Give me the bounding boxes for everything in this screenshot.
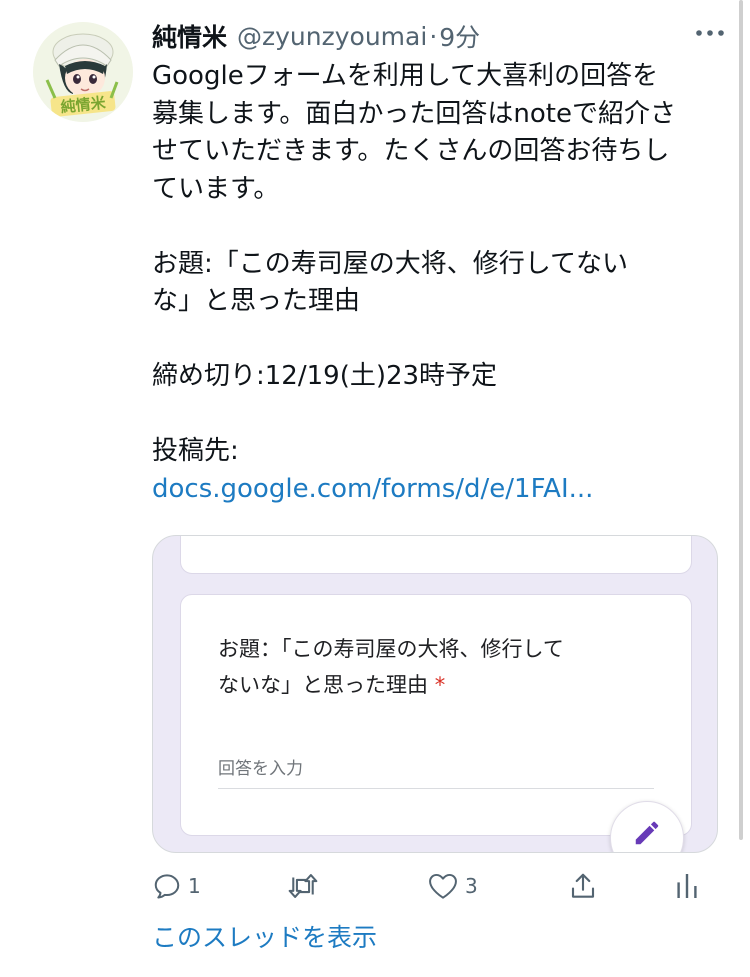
reply-icon — [154, 874, 180, 899]
share-button[interactable] — [568, 866, 598, 906]
body-line: 募集します。面白かった回答はnoteで紹介さ — [152, 98, 676, 129]
share-icon — [571, 873, 595, 898]
reply-button[interactable]: 1 — [152, 866, 201, 906]
body-line: Googleフォームを利用して大喜利の回答を — [152, 61, 659, 91]
link-preview-card[interactable]: お題：「この寿司屋の大将、修行して ないな」と思った理由 * — [152, 535, 718, 853]
question-line: お題：「この寿司屋の大将、修行して — [218, 637, 564, 661]
retweet-button[interactable] — [286, 866, 326, 906]
more-icon — [696, 30, 724, 36]
display-name[interactable]: 純情米 — [152, 18, 227, 54]
pencil-icon — [635, 821, 659, 845]
scrollbar[interactable] — [739, 0, 743, 840]
deadline-line: 締め切り:12/19(土)23時予定 — [152, 361, 498, 391]
odai-line: お題:「この寿司屋の大将、修行してない — [152, 248, 628, 279]
user-handle[interactable]: @zyunzyoumai — [237, 22, 427, 51]
analytics-icon — [677, 874, 697, 898]
answer-input[interactable] — [218, 749, 654, 789]
body-line: せていただきます。たくさんの回答お待ちし — [152, 136, 670, 166]
like-button[interactable]: 3 — [427, 866, 478, 906]
avatar-image: 純情米 — [33, 22, 133, 122]
like-count: 3 — [465, 874, 478, 898]
more-button[interactable] — [690, 18, 730, 48]
body-line: ています。 — [152, 173, 280, 204]
timestamp[interactable]: 9分 — [439, 18, 480, 54]
required-mark: * — [434, 673, 446, 697]
tweet-text: Googleフォームを利用して大喜利の回答を 募集します。面白かった回答はnot… — [152, 58, 732, 508]
action-bar: 1 3 — [152, 866, 712, 906]
reply-count: 1 — [188, 874, 201, 898]
tweet-header: 純情米 @zyunzyoumai · 9分 — [152, 16, 732, 56]
question-title: お題：「この寿司屋の大将、修行して ないな」と思った理由 * — [218, 631, 658, 703]
post-to-label: 投稿先: — [152, 436, 239, 466]
form-question-card: お題：「この寿司屋の大将、修行して ないな」と思った理由 * — [180, 594, 692, 836]
separator: · — [429, 21, 438, 51]
previous-form-section — [180, 536, 692, 574]
odai-line: な」と思った理由 — [152, 286, 361, 316]
form-link[interactable]: docs.google.com/forms/d/e/1FAI... — [152, 471, 732, 509]
like-icon — [429, 873, 457, 899]
retweet-icon — [288, 874, 318, 898]
show-thread-link[interactable]: このスレッドを表示 — [152, 918, 377, 954]
analytics-button[interactable] — [675, 866, 699, 906]
avatar[interactable]: 純情米 — [33, 22, 133, 122]
question-line: ないな」と思った理由 — [218, 673, 428, 697]
